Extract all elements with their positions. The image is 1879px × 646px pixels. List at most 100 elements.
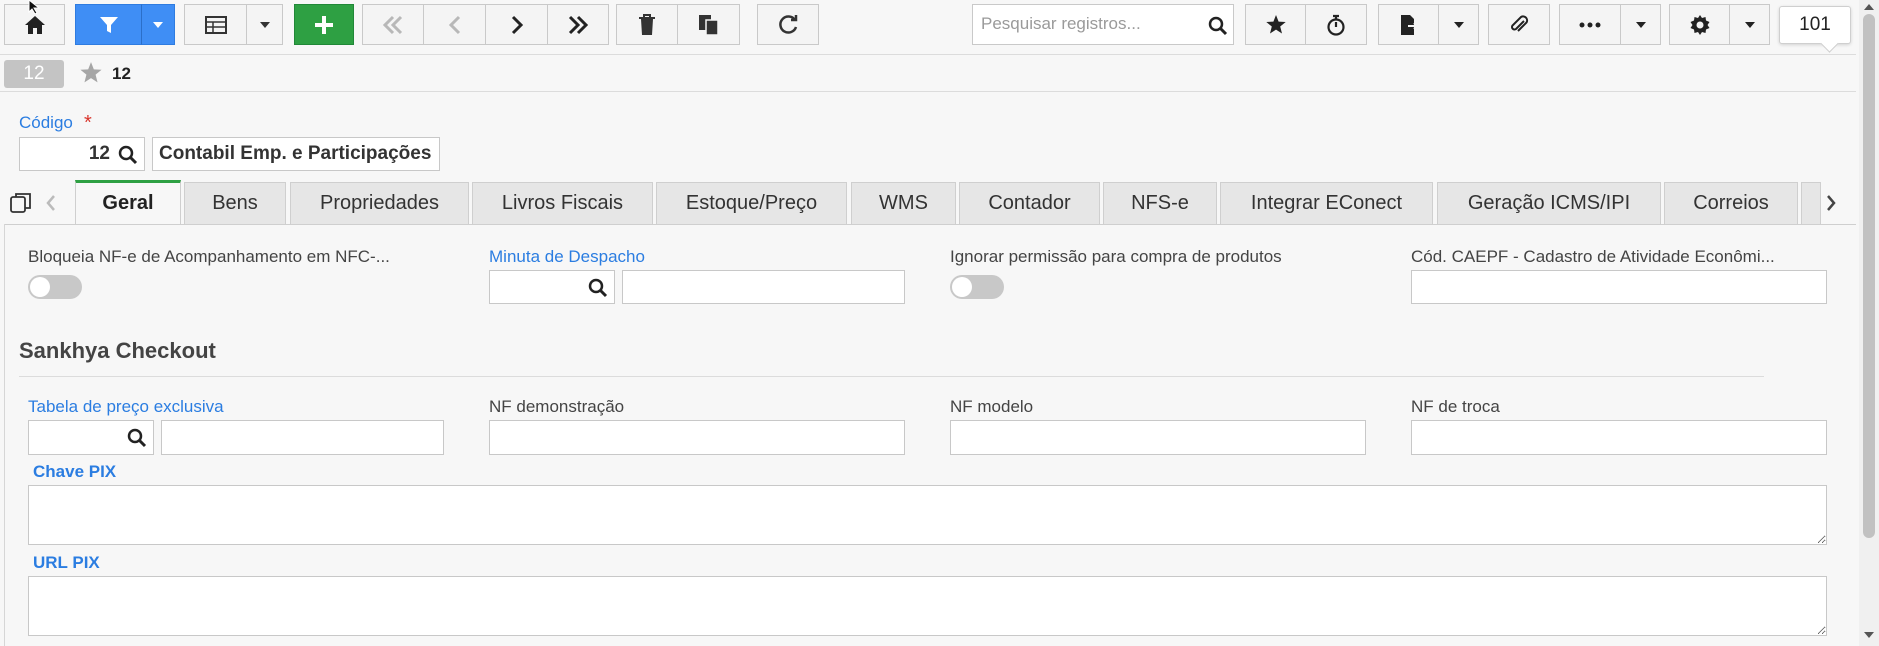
export-button[interactable] xyxy=(1378,4,1439,45)
settings-button[interactable] xyxy=(1669,4,1730,45)
nf-modelo-label: NF modelo xyxy=(950,397,1034,416)
tab-scroll-right-icon[interactable] xyxy=(1825,194,1837,212)
tabela-preco-code-field[interactable] xyxy=(28,420,154,455)
tab-content-border-left xyxy=(4,224,5,646)
tab-integrar-econect[interactable]: Integrar EConect xyxy=(1220,182,1433,224)
tab-label: Correios xyxy=(1693,192,1769,214)
search-icon[interactable] xyxy=(588,278,608,298)
star-icon xyxy=(1265,15,1286,34)
nf-troca-field[interactable] xyxy=(1411,420,1827,455)
nf-modelo-field[interactable] xyxy=(950,420,1366,455)
search-records-field[interactable] xyxy=(972,4,1234,45)
tab-label: Contador xyxy=(988,192,1071,214)
delete-button[interactable] xyxy=(616,4,678,45)
mouse-cursor-icon xyxy=(28,0,41,14)
minuta-despacho-description-field[interactable] xyxy=(622,270,905,304)
toolbar-divider xyxy=(0,54,1856,55)
tabela-preco-label: Tabela de preço exclusiva xyxy=(28,397,224,416)
grid-view-dropdown-button[interactable] xyxy=(247,4,283,45)
previous-record-button[interactable] xyxy=(424,4,486,45)
tab-geral[interactable]: Geral xyxy=(75,180,181,224)
ignorar-permissao-label: Ignorar permissão para compra de produto… xyxy=(950,247,1282,266)
tab-label: NFS-e xyxy=(1131,192,1189,214)
filter-icon xyxy=(99,16,118,33)
url-pix-textarea[interactable] xyxy=(28,576,1827,636)
caepf-field[interactable] xyxy=(1411,270,1827,304)
settings-dropdown-button[interactable] xyxy=(1730,4,1770,45)
scroll-up-arrow-icon[interactable] xyxy=(1863,2,1875,12)
export-dropdown-button[interactable] xyxy=(1439,4,1479,45)
timer-button[interactable] xyxy=(1306,4,1367,45)
tab-propriedades[interactable]: Propriedades xyxy=(290,182,469,224)
tabela-preco-description-field[interactable] xyxy=(161,420,444,455)
tab-estoque-preco[interactable]: Estoque/Preço xyxy=(656,182,847,224)
double-chevron-left-icon xyxy=(382,15,403,34)
caepf-label: Cód. CAEPF - Cadastro de Atividade Econô… xyxy=(1411,247,1775,266)
more-actions-button[interactable] xyxy=(1559,4,1621,45)
chevron-down-icon xyxy=(259,21,270,28)
double-chevron-right-icon xyxy=(568,15,589,34)
attachments-button[interactable] xyxy=(1488,4,1550,45)
next-record-button[interactable] xyxy=(486,4,548,45)
search-input[interactable] xyxy=(973,5,1201,43)
record-title: 12 xyxy=(112,64,131,83)
copy-icon xyxy=(698,14,719,36)
file-export-icon xyxy=(1400,14,1418,35)
filter-button[interactable] xyxy=(75,4,142,45)
chevron-down-icon xyxy=(1453,21,1464,28)
tab-nfs-e[interactable]: NFS-e xyxy=(1103,182,1217,224)
tab-correios[interactable]: Correios xyxy=(1664,182,1798,224)
favorite-star-icon[interactable] xyxy=(79,61,103,84)
checkout-section-title: Sankhya Checkout xyxy=(19,338,216,363)
copy-tabs-icon[interactable] xyxy=(10,192,32,214)
bloqueia-nfe-toggle[interactable] xyxy=(28,275,82,299)
nf-demonstracao-field[interactable] xyxy=(489,420,905,455)
tab-geracao-icms-ipi[interactable]: Geração ICMS/IPI xyxy=(1437,182,1661,224)
company-name-field[interactable]: Contabil Emp. e Participações xyxy=(152,137,440,171)
tab-label: Estoque/Preço xyxy=(685,192,818,214)
tab-overflow[interactable] xyxy=(1801,182,1821,224)
refresh-button[interactable] xyxy=(757,4,819,45)
tab-livros-fiscais[interactable]: Livros Fiscais xyxy=(472,182,653,224)
record-id-text: 12 xyxy=(23,63,45,84)
tab-bens[interactable]: Bens xyxy=(184,182,286,224)
tab-label: Livros Fiscais xyxy=(501,192,624,214)
first-record-button[interactable] xyxy=(362,4,424,45)
nf-demonstracao-label: NF demonstração xyxy=(489,397,625,416)
tab-scroll-left-icon[interactable] xyxy=(45,194,57,212)
record-id-badge: 12 xyxy=(4,60,64,88)
ignorar-permissao-toggle[interactable] xyxy=(950,275,1004,299)
chave-pix-label: Chave PIX xyxy=(33,462,117,481)
bloqueia-nfe-label: Bloqueia NF-e de Acompanhamento em NFC-.… xyxy=(28,247,390,266)
filter-dropdown-button[interactable] xyxy=(141,4,175,45)
tab-contador[interactable]: Contador xyxy=(959,182,1100,224)
ellipsis-icon xyxy=(1579,22,1601,27)
minuta-despacho-code-field[interactable] xyxy=(489,270,615,304)
plus-icon xyxy=(315,15,333,34)
chave-pix-textarea[interactable] xyxy=(28,485,1827,545)
search-icon[interactable] xyxy=(1208,16,1228,36)
grid-view-button[interactable] xyxy=(184,4,247,45)
duplicate-button[interactable] xyxy=(678,4,740,45)
code-value: 12 xyxy=(88,143,110,164)
search-icon[interactable] xyxy=(118,145,138,165)
chevron-right-icon xyxy=(511,15,523,34)
page-scrollbar-thumb[interactable] xyxy=(1863,14,1875,538)
tab-wms[interactable]: WMS xyxy=(851,182,956,224)
add-record-button[interactable] xyxy=(294,4,354,45)
record-count-value: 101 xyxy=(1799,14,1831,35)
tab-label: Geração ICMS/IPI xyxy=(1467,192,1631,214)
favorite-button[interactable] xyxy=(1245,4,1306,45)
scroll-down-arrow-icon[interactable] xyxy=(1863,630,1875,640)
nf-troca-label: NF de troca xyxy=(1411,397,1500,416)
tab-bar-divider xyxy=(4,224,1856,225)
more-actions-dropdown-button[interactable] xyxy=(1621,4,1661,45)
trash-icon xyxy=(639,13,655,35)
code-field[interactable]: 12 xyxy=(19,137,145,171)
chevron-left-icon xyxy=(448,15,460,34)
last-record-button[interactable] xyxy=(548,4,609,45)
search-icon[interactable] xyxy=(127,428,147,448)
code-label: Código xyxy=(19,113,73,132)
tab-label: Geral xyxy=(102,192,154,214)
tab-label: Propriedades xyxy=(320,192,439,214)
